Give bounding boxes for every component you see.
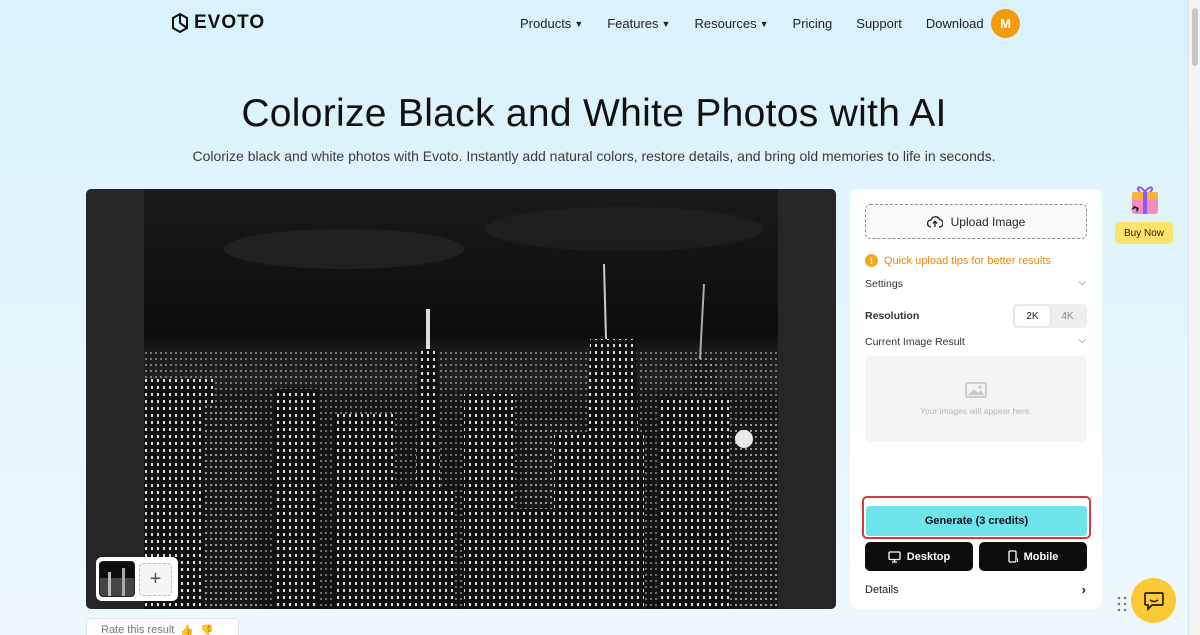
nav-features[interactable]: Features ▼ xyxy=(607,16,670,31)
page-title: Colorize Black and White Photos with AI xyxy=(241,92,947,135)
page-subtitle: Colorize black and white photos with Evo… xyxy=(192,148,996,164)
info-icon: ! xyxy=(865,254,878,267)
nav-pricing[interactable]: Pricing xyxy=(793,16,833,31)
image-preview xyxy=(86,189,836,609)
gift-box-icon[interactable] xyxy=(1128,182,1162,216)
desktop-label: Desktop xyxy=(906,550,951,563)
chat-bubble-icon xyxy=(1143,591,1164,611)
nav-products[interactable]: Products ▼ xyxy=(520,16,583,31)
nav-support-label: Support xyxy=(856,16,902,31)
cloud-upload-icon xyxy=(926,216,943,228)
tips-label: Quick upload tips for better results xyxy=(884,254,1051,267)
generate-button[interactable]: Generate (3 credits) xyxy=(866,506,1087,536)
nav-resources[interactable]: Resources ▼ xyxy=(694,16,768,31)
thumbnail-selected[interactable] xyxy=(99,561,135,597)
resolution-4k-option[interactable]: 4K xyxy=(1050,306,1085,326)
result-placeholder-text: Your images will appear here. xyxy=(920,406,1032,416)
download-mobile-button[interactable]: Mobile xyxy=(979,542,1087,571)
settings-panel: Upload Image ! Quick upload tips for bet… xyxy=(850,189,1102,609)
thumbs-down-icon[interactable]: 👎 xyxy=(200,624,214,635)
chevron-down-icon[interactable]: ⌵ xyxy=(1078,335,1086,346)
upload-image-button[interactable]: Upload Image xyxy=(865,204,1087,239)
rate-label: Rate this result xyxy=(101,624,175,635)
nav-products-label: Products xyxy=(520,16,572,31)
chat-support-button[interactable] xyxy=(1131,578,1176,623)
drag-handle-icon[interactable] xyxy=(1117,596,1127,612)
mobile-icon xyxy=(1007,550,1018,563)
nav-resources-label: Resources xyxy=(694,16,757,31)
evoto-logo-icon xyxy=(172,13,188,33)
caret-down-icon: ▼ xyxy=(759,18,769,29)
thumbnail-image xyxy=(100,562,134,596)
settings-header[interactable]: Settings xyxy=(865,278,903,290)
upload-tips-link[interactable]: ! Quick upload tips for better results xyxy=(865,254,1051,267)
desktop-icon xyxy=(888,550,901,563)
nav-links: Products ▼ Features ▼ Resources ▼ Pricing S… xyxy=(520,16,1008,31)
upload-label: Upload Image xyxy=(950,214,1026,229)
nav-pricing-label: Pricing xyxy=(792,16,833,31)
thumbnail-strip: + xyxy=(96,557,178,601)
image-placeholder-icon xyxy=(965,382,987,398)
preview-photo xyxy=(144,189,778,609)
details-header[interactable]: Details xyxy=(865,584,899,596)
download-desktop-button[interactable]: Desktop xyxy=(865,542,973,571)
chevron-down-icon[interactable]: ⌵ xyxy=(1078,277,1086,288)
resolution-toggle: 2K 4K xyxy=(1013,304,1087,328)
add-image-button[interactable]: + xyxy=(139,562,172,596)
resolution-2k-option[interactable]: 2K xyxy=(1015,306,1050,326)
top-nav: EVOTO Products ▼ Features ▼ Resources ▼ Pri… xyxy=(0,0,1188,46)
scrollbar-thumb[interactable] xyxy=(1192,8,1198,66)
current-result-header[interactable]: Current Image Result xyxy=(865,336,965,348)
nav-features-label: Features xyxy=(607,16,659,31)
nav-download-label: Download xyxy=(925,16,984,31)
chevron-right-icon[interactable]: › xyxy=(1082,582,1086,597)
result-placeholder: Your images will appear here. xyxy=(865,356,1087,442)
nav-support[interactable]: Support xyxy=(856,16,902,31)
resolution-label: Resolution xyxy=(865,310,920,322)
mobile-label: Mobile xyxy=(1023,550,1059,563)
page-scrollbar[interactable] xyxy=(1188,0,1200,635)
evoto-logo[interactable]: EVOTO xyxy=(172,12,265,34)
thumbs-up-icon[interactable]: 👍 xyxy=(180,624,194,635)
buy-now-button[interactable]: Buy Now xyxy=(1115,222,1173,244)
nav-download[interactable]: Download xyxy=(926,16,984,31)
plus-icon: + xyxy=(149,567,162,590)
city-skyline-image xyxy=(144,189,778,609)
rate-result-bar: Rate this result 👍 👎 xyxy=(86,618,239,635)
brand-name: EVOTO xyxy=(194,12,266,33)
caret-down-icon: ▼ xyxy=(661,18,671,29)
caret-down-icon: ▼ xyxy=(574,18,584,29)
user-avatar[interactable]: M xyxy=(991,9,1020,38)
